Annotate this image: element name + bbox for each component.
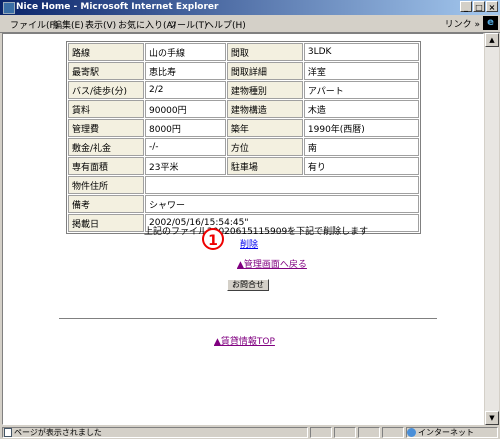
scroll-up-arrow-icon[interactable]: ▲ [485, 33, 499, 47]
row-value: 山の手線 [145, 43, 226, 61]
table-row: 最寄駅 恵比寿 間取詳細 洋室 [68, 62, 419, 80]
row-label: 間取 [226, 43, 303, 61]
row-label: 物件住所 [68, 176, 144, 194]
row-label: 賃料 [68, 100, 144, 118]
status-panel [358, 427, 380, 438]
row-value: 恵比寿 [145, 62, 226, 80]
scroll-down-arrow-icon[interactable]: ▼ [485, 411, 499, 425]
status-text: ページが表示されました [14, 428, 102, 437]
delete-message: 上記のファイル20020615115909を下記で削除します [144, 227, 369, 237]
page-content: 路線 山の手線 間取 3LDK 最寄駅 恵比寿 間取詳細 洋室 バス/徒歩(分)… [2, 33, 484, 425]
rental-top-link[interactable]: ▲賃貸情報TOP [214, 334, 275, 347]
row-label: 築年 [226, 119, 303, 137]
row-value: 8000円 [145, 119, 226, 137]
page-icon [4, 428, 12, 437]
row-label: 路線 [68, 43, 144, 61]
delete-link[interactable]: 削除 [240, 237, 258, 250]
inquiry-button[interactable]: お問合せ [227, 279, 269, 291]
status-panel [382, 427, 404, 438]
row-value: 1990年(西暦) [303, 119, 419, 137]
address-value [145, 176, 419, 194]
row-label: 敷金/礼金 [68, 138, 144, 156]
row-label: 方位 [226, 138, 303, 156]
step-number-badge: 1 [202, 228, 224, 250]
row-value: 23平米 [145, 157, 226, 175]
row-label: 管理費 [68, 119, 144, 137]
row-label: 間取詳細 [226, 62, 303, 80]
remarks-value: シャワー [145, 195, 419, 213]
window-title: Nice Home - Microsoft Internet Explorer [16, 2, 219, 12]
menu-file[interactable]: ファイル(F) [10, 18, 58, 31]
row-value: アパート [303, 81, 419, 99]
row-value: 2/2 [145, 81, 226, 99]
maximize-button[interactable]: □ [473, 1, 485, 12]
status-panel [334, 427, 356, 438]
row-label: 備考 [68, 195, 144, 213]
divider [59, 318, 437, 320]
row-label: 掲載日 [68, 214, 144, 232]
title-bar: Nice Home - Microsoft Internet Explorer … [0, 0, 500, 15]
table-row: 物件住所 [68, 176, 419, 194]
zone-panel: インターネット [406, 427, 498, 438]
menu-view[interactable]: 表示(V) [85, 18, 116, 31]
minimize-button[interactable]: _ [460, 1, 472, 12]
row-label: 駐車場 [226, 157, 303, 175]
row-value: 90000円 [145, 100, 226, 118]
zone-text: インターネット [418, 428, 474, 437]
table-row: 路線 山の手線 間取 3LDK [68, 43, 419, 61]
row-label: 専有面積 [68, 157, 144, 175]
globe-icon [407, 428, 416, 437]
menu-bar: ファイル(F) 編集(E) 表示(V) お気に入り(A) ツール(T) ヘルプ(… [0, 15, 500, 33]
table-row: 管理費 8000円 築年 1990年(西暦) [68, 119, 419, 137]
row-label: 最寄駅 [68, 62, 144, 80]
row-value: 有り [303, 157, 419, 175]
status-message-panel: ページが表示されました [2, 427, 308, 438]
row-label: 建物種別 [226, 81, 303, 99]
links-button[interactable]: リンク » [445, 17, 480, 30]
row-value: 南 [303, 138, 419, 156]
table-row: 敷金/礼金 -/- 方位 南 [68, 138, 419, 156]
close-button[interactable]: × [486, 1, 498, 12]
ie-logo-icon: e [483, 16, 498, 30]
status-panel [310, 427, 332, 438]
table-row: 専有面積 23平米 駐車場 有り [68, 157, 419, 175]
table-row: 賃料 90000円 建物構造 木造 [68, 100, 419, 118]
property-table: 路線 山の手線 間取 3LDK 最寄駅 恵比寿 間取詳細 洋室 バス/徒歩(分)… [66, 41, 421, 234]
vertical-scrollbar[interactable]: ▲ ▼ [484, 33, 499, 425]
table-row: バス/徒歩(分) 2/2 建物種別 アパート [68, 81, 419, 99]
row-value: -/- [145, 138, 226, 156]
back-to-admin-link[interactable]: ▲管理画面へ戻る [237, 257, 307, 270]
row-label: 建物構造 [226, 100, 303, 118]
row-value: 3LDK [303, 43, 419, 61]
menu-help[interactable]: ヘルプ(H) [205, 18, 246, 31]
table-row: 備考 シャワー [68, 195, 419, 213]
menu-tools[interactable]: ツール(T) [168, 18, 208, 31]
row-value: 洋室 [303, 62, 419, 80]
menu-edit[interactable]: 編集(E) [53, 18, 84, 31]
row-value: 木造 [303, 100, 419, 118]
window-controls: _ □ × [460, 1, 498, 12]
row-label: バス/徒歩(分) [68, 81, 144, 99]
ie-window-icon[interactable] [3, 2, 15, 14]
status-bar: ページが表示されました インターネット [0, 426, 500, 439]
